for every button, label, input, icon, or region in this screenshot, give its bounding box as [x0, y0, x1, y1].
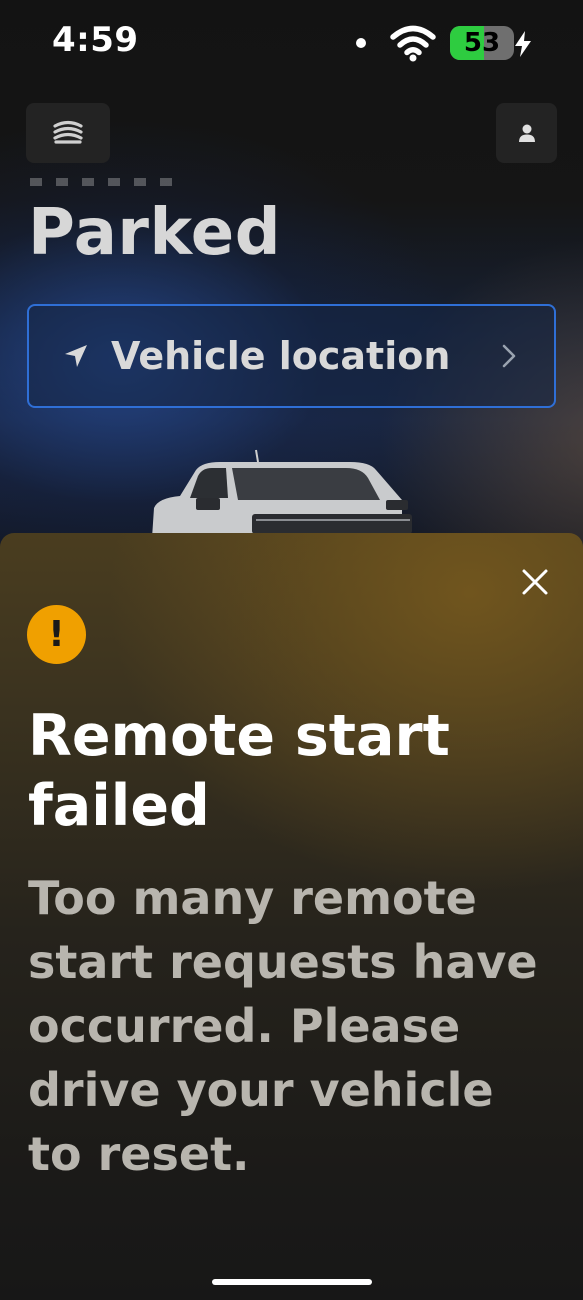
focus-dot-icon [356, 38, 366, 48]
warning-icon: ! [27, 605, 86, 664]
navigation-arrow-icon [65, 345, 87, 367]
chevron-right-icon [502, 344, 516, 368]
battery-percent: 53 [463, 28, 501, 58]
vehicle-image [152, 449, 412, 538]
charging-bolt-icon [515, 31, 531, 57]
close-icon[interactable] [520, 567, 550, 597]
alert-title: Remote start failed [28, 703, 450, 839]
alert-sheet: ! Remote start failed Too many remote st… [0, 533, 583, 1300]
profile-button[interactable] [496, 103, 557, 163]
vehicle-menu-icon [53, 120, 83, 144]
home-indicator[interactable] [212, 1279, 372, 1285]
person-icon [518, 124, 535, 142]
vehicle-location-label: Vehicle location [111, 334, 451, 378]
battery-icon: 53 [450, 26, 514, 60]
status-bar: 4:59 53 [0, 0, 583, 90]
vehicle-status-title: Parked [28, 196, 281, 270]
vehicle-location-button[interactable]: Vehicle location [27, 304, 556, 408]
scrolled-text-remnant [30, 178, 180, 186]
status-time: 4:59 [52, 20, 139, 60]
alert-message: Too many remote start requests have occu… [28, 871, 538, 1181]
wifi-icon [390, 25, 436, 62]
menu-button[interactable] [26, 103, 110, 163]
